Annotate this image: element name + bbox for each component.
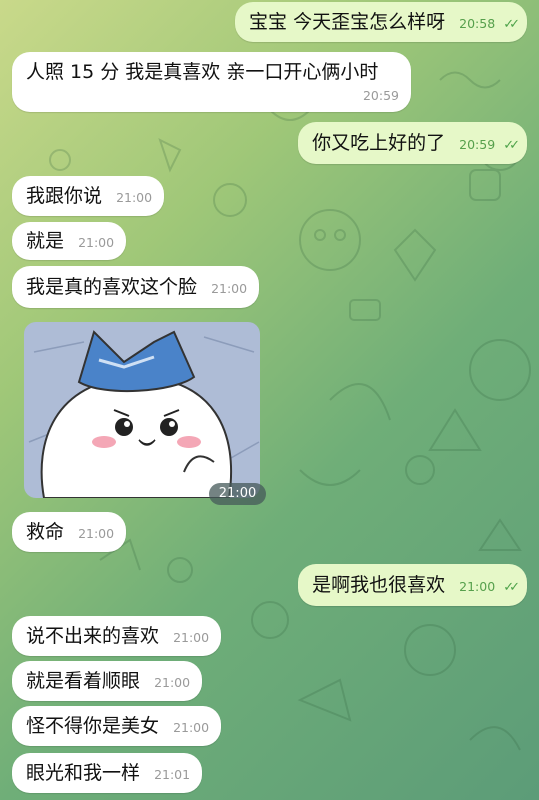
message-text: 人照 15 分 我是真喜欢 亲一口开心俩小时 bbox=[26, 61, 379, 83]
read-receipt-icon: ✓✓ bbox=[503, 17, 520, 32]
message-outgoing[interactable]: 是啊我也很喜欢 21:00 ✓✓ bbox=[298, 564, 527, 606]
message-incoming[interactable]: 说不出来的喜欢 21:00 bbox=[12, 616, 222, 656]
message-text: 说不出来的喜欢 bbox=[26, 625, 160, 647]
message-incoming[interactable]: 我跟你说 21:00 bbox=[12, 176, 165, 216]
message-time: 21:00 bbox=[78, 235, 115, 250]
message-time: 21:00 bbox=[78, 526, 115, 541]
message-incoming[interactable]: 就是看着顺眼 21:00 bbox=[12, 661, 203, 701]
message-incoming[interactable]: 怪不得你是美女 21:00 bbox=[12, 706, 222, 746]
message-time: 21:00 bbox=[211, 281, 248, 296]
message-text: 眼光和我一样 bbox=[26, 762, 141, 784]
cat-character-icon bbox=[24, 322, 260, 498]
message-time: 20:59 bbox=[362, 88, 399, 103]
message-text: 就是 bbox=[26, 230, 65, 252]
message-text: 就是看着顺眼 bbox=[26, 670, 141, 692]
message-text: 我是真的喜欢这个脸 bbox=[26, 276, 198, 298]
message-incoming[interactable]: 就是 21:00 bbox=[12, 222, 127, 260]
message-time: 20:58 bbox=[459, 16, 496, 31]
read-receipt-icon: ✓✓ bbox=[503, 580, 520, 595]
message-outgoing[interactable]: 宝宝 今天歪宝怎么样呀 20:58 ✓✓ bbox=[235, 2, 527, 42]
message-time: 21:00 bbox=[116, 190, 153, 205]
message-time: 21:00 bbox=[173, 630, 210, 645]
message-incoming[interactable]: 救命 21:00 bbox=[12, 512, 127, 552]
message-time: 21:00 bbox=[173, 720, 210, 735]
message-text: 怪不得你是美女 bbox=[26, 715, 160, 737]
message-text: 我跟你说 bbox=[26, 185, 103, 207]
message-time: 21:01 bbox=[154, 767, 191, 782]
message-time: 20:59 bbox=[459, 137, 496, 152]
sticker-image[interactable] bbox=[24, 322, 260, 498]
message-incoming[interactable]: 眼光和我一样 21:01 bbox=[12, 753, 203, 793]
sticker-time: 21:00 bbox=[209, 483, 266, 505]
message-incoming[interactable]: 我是真的喜欢这个脸 21:00 bbox=[12, 266, 260, 308]
message-text: 你又吃上好的了 bbox=[312, 132, 446, 154]
message-text: 救命 bbox=[26, 521, 65, 543]
message-text: 是啊我也很喜欢 bbox=[312, 574, 446, 596]
message-outgoing[interactable]: 你又吃上好的了 20:59 ✓✓ bbox=[298, 122, 527, 164]
read-receipt-icon: ✓✓ bbox=[503, 138, 520, 153]
message-time: 21:00 bbox=[154, 675, 191, 690]
message-incoming[interactable]: 人照 15 分 我是真喜欢 亲一口开心俩小时 20:59 bbox=[12, 52, 411, 112]
message-text: 宝宝 今天歪宝怎么样呀 bbox=[249, 11, 446, 33]
message-time: 21:00 bbox=[459, 579, 496, 594]
